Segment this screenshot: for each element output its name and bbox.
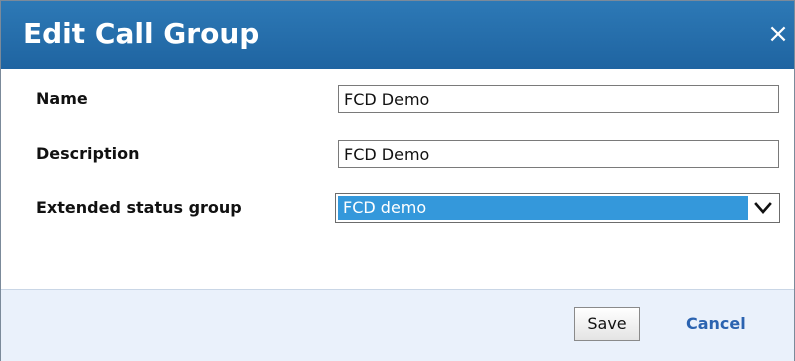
edit-call-group-dialog: Edit Call Group × Name Description Exten… xyxy=(0,0,795,361)
dialog-titlebar: Edit Call Group × xyxy=(1,1,794,69)
name-label: Name xyxy=(36,89,88,108)
extended-status-group-label: Extended status group xyxy=(36,198,242,217)
cancel-link[interactable]: Cancel xyxy=(686,314,746,333)
dialog-footer xyxy=(1,289,794,361)
extended-status-group-select[interactable]: FCD demo xyxy=(335,193,780,223)
save-button[interactable]: Save xyxy=(574,307,640,341)
chevron-down-icon[interactable] xyxy=(751,197,775,219)
name-field[interactable] xyxy=(338,85,779,113)
description-label: Description xyxy=(36,144,140,163)
description-field[interactable] xyxy=(338,140,779,168)
close-icon[interactable]: × xyxy=(763,19,793,49)
dialog-title: Edit Call Group xyxy=(23,17,260,50)
extended-status-group-selected-value: FCD demo xyxy=(338,196,748,220)
